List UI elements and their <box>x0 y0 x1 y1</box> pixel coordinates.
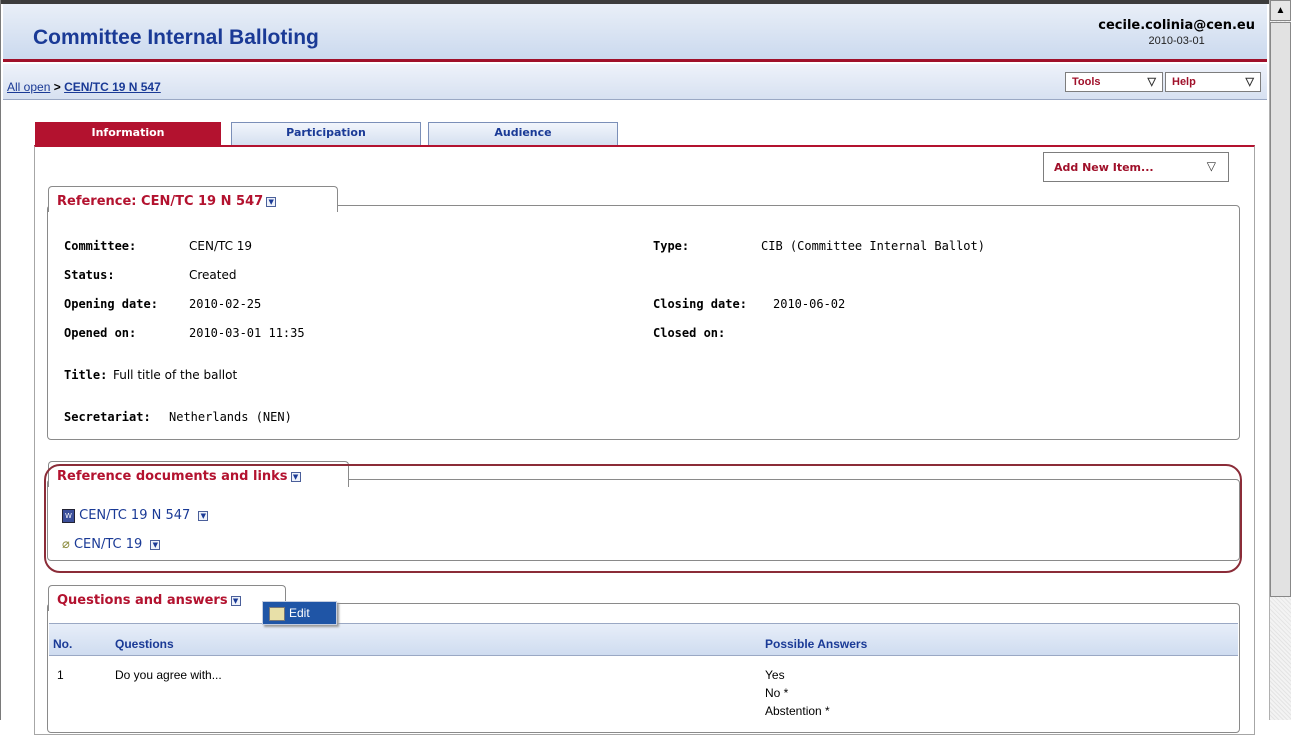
ballot-title-value: Full title of the ballot <box>113 368 238 382</box>
column-no: No. <box>53 637 73 651</box>
vertical-scrollbar[interactable]: ▲ <box>1269 0 1291 720</box>
title-label: Title: <box>64 368 108 382</box>
chevron-down-icon: ▽ <box>1147 76 1156 88</box>
opened-on-value: 2010-03-01 11:35 <box>189 326 305 340</box>
row-question: Do you agree with... <box>115 668 222 682</box>
tab-audience[interactable]: Audience <box>428 122 618 145</box>
questions-table-header: No. Questions Possible Answers <box>49 623 1238 656</box>
chevron-down-icon: ▽ <box>1245 76 1254 88</box>
tab-information[interactable]: Information <box>35 122 221 145</box>
answer-no: No * <box>765 686 789 700</box>
user-email: cecile.colinia@cen.eu <box>1098 18 1255 33</box>
browser-frame: Committee Internal Balloting cecile.coli… <box>0 0 1269 735</box>
add-new-item-button[interactable]: Add New Item... ▽ <box>1043 152 1229 182</box>
status-label: Status: <box>64 268 115 282</box>
questions-title: Questions and answers <box>57 593 228 608</box>
row-number: 1 <box>57 668 64 682</box>
closing-date-label: Closing date: <box>653 297 747 311</box>
help-menu-button[interactable]: Help ▽ <box>1165 72 1261 92</box>
type-label: Type: <box>653 239 690 253</box>
committee-value: CEN/TC 19 <box>189 239 253 253</box>
reference-title: Reference: CEN/TC 19 N 547 <box>57 194 264 209</box>
answer-yes: Yes <box>765 668 785 682</box>
opened-on-label: Opened on: <box>64 326 137 340</box>
breadcrumb-all-open[interactable]: All open <box>7 80 50 94</box>
chevron-down-icon: ▽ <box>1206 159 1216 173</box>
tools-menu-button[interactable]: Tools ▽ <box>1065 72 1163 92</box>
breadcrumb-current[interactable]: CEN/TC 19 N 547 <box>64 80 161 94</box>
app-header: Committee Internal Balloting cecile.coli… <box>3 4 1267 62</box>
current-date: 2010-03-01 <box>1148 35 1205 47</box>
edit-popup-menu-item[interactable]: Edit <box>262 601 337 625</box>
tools-menu-label: Tools <box>1072 76 1101 88</box>
edit-icon <box>269 606 285 621</box>
opening-date-value: 2010-02-25 <box>189 297 262 311</box>
edit-label: Edit <box>289 606 310 620</box>
secretariat-value: Netherlands (NEN) <box>169 410 292 424</box>
column-answers: Possible Answers <box>765 637 868 651</box>
answer-abstention: Abstention * <box>765 704 830 718</box>
secretariat-label: Secretariat: <box>64 410 151 424</box>
help-menu-label: Help <box>1172 76 1196 88</box>
breadcrumb: All open > CEN/TC 19 N 547 <box>7 80 161 94</box>
user-info: cecile.colinia@cen.eu 2010-03-01 <box>1098 18 1255 47</box>
reference-panel-tab: Reference: CEN/TC 19 N 547 ▼ <box>48 186 338 212</box>
dropdown-icon[interactable]: ▼ <box>266 196 277 207</box>
scroll-up-icon[interactable]: ▲ <box>1270 0 1291 21</box>
questions-panel-tab: Questions and answers ▼ <box>48 585 286 611</box>
closing-date-value: 2010-06-02 <box>773 297 846 311</box>
column-questions: Questions <box>115 637 174 651</box>
scrollbar-thumb[interactable] <box>1270 22 1291 597</box>
opening-date-label: Opening date: <box>64 297 158 311</box>
nav-bar: All open > CEN/TC 19 N 547 Tools ▽ Help … <box>3 64 1267 100</box>
type-value: CIB (Committee Internal Ballot) <box>761 239 985 253</box>
tab-participation[interactable]: Participation <box>231 122 421 145</box>
closed-on-label: Closed on: <box>653 326 726 340</box>
add-new-item-label: Add New Item... <box>1054 161 1154 174</box>
status-value: Created <box>189 268 237 282</box>
highlight-outline <box>44 464 1242 573</box>
dropdown-icon[interactable]: ▼ <box>230 595 241 606</box>
breadcrumb-separator: > <box>53 80 61 94</box>
app-title: Committee Internal Balloting <box>33 26 319 49</box>
committee-label: Committee: <box>64 239 137 253</box>
